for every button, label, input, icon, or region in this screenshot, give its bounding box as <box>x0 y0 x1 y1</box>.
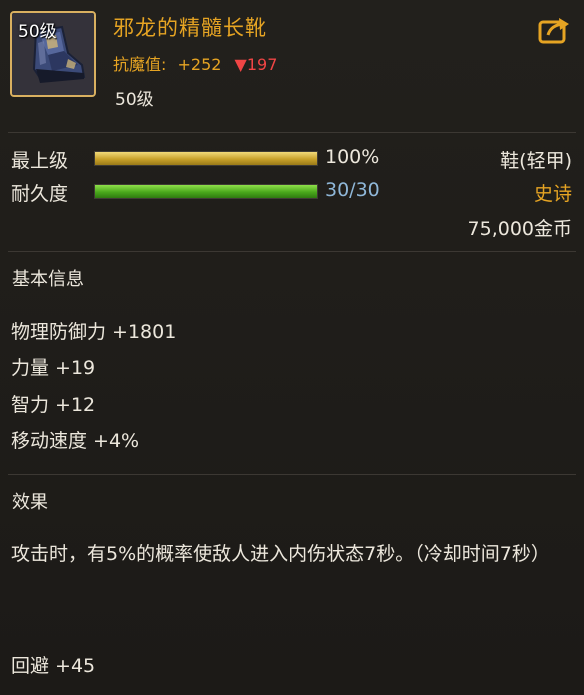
stat-label: 抗魔值: <box>113 55 167 74</box>
durability-value: 30/30 <box>325 179 380 201</box>
item-tooltip-panel: 50级 邪龙的精髓长靴 抗魔值: +252 ▼197 50级 最上级 100% … <box>0 0 584 695</box>
durability-bar <box>94 184 318 199</box>
divider <box>8 132 576 133</box>
attribute-line: 物理防御力 +1801 <box>11 321 177 343</box>
effect-description: 攻击时，有5%的概率使敌人进入内伤状态7秒。（冷却时间7秒） <box>11 543 550 565</box>
stat-diff-value: 197 <box>246 55 278 74</box>
stat-diff: ▼197 <box>235 55 278 74</box>
effect-title: 效果 <box>12 492 48 513</box>
attribute-line: 力量 +19 <box>11 357 96 379</box>
item-icon-frame: 50级 <box>10 11 96 97</box>
basic-info-title: 基本信息 <box>12 269 84 290</box>
attribute-line: 移动速度 +4% <box>11 430 140 452</box>
durability-label: 耐久度 <box>11 183 69 205</box>
max-level-bar <box>94 151 318 166</box>
item-name: 邪龙的精髓长靴 <box>113 16 267 40</box>
rarity-label: 史诗 <box>533 183 572 205</box>
max-level-label: 最上级 <box>11 150 69 172</box>
price: 75,000金币 <box>467 218 572 240</box>
max-level-bar-fill <box>95 152 317 165</box>
share-icon[interactable] <box>537 15 571 45</box>
attribute-line: 智力 +12 <box>11 394 96 416</box>
required-level: 50级 <box>115 90 154 110</box>
item-icon-level: 50级 <box>18 22 57 42</box>
durability-bar-fill <box>95 185 317 198</box>
divider <box>8 251 576 252</box>
divider <box>8 474 576 475</box>
stat-value: +252 <box>177 55 222 74</box>
max-level-value: 100% <box>325 146 380 168</box>
magic-resist-stat: 抗魔值: +252 ▼197 <box>113 51 277 75</box>
item-type: 鞋(轻甲) <box>500 150 572 172</box>
down-arrow-icon: ▼ <box>234 55 247 74</box>
effect-bonus: 回避 +45 <box>11 655 96 677</box>
